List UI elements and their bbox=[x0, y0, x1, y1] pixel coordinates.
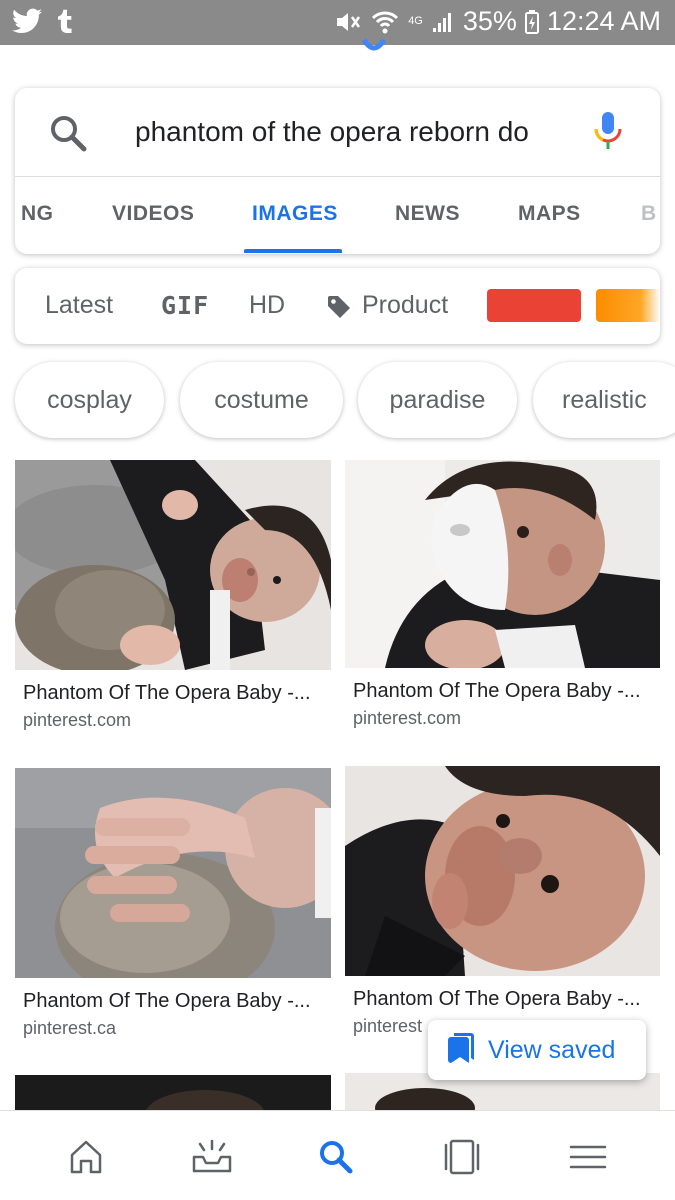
result-title[interactable]: Phantom Of The Opera Baby -... bbox=[353, 680, 658, 703]
home-icon[interactable] bbox=[64, 1135, 108, 1179]
search-icon[interactable] bbox=[314, 1135, 358, 1179]
signal-icon bbox=[431, 10, 455, 34]
tab-images[interactable]: IMAGES bbox=[252, 202, 338, 226]
result-thumbnail[interactable] bbox=[15, 460, 331, 670]
filter-bar: Latest GIF HD Product bbox=[15, 268, 660, 344]
bottom-navigation bbox=[0, 1110, 675, 1200]
image-result[interactable]: Phantom Of The Opera Baby -... pinterest bbox=[345, 766, 660, 1046]
chip-costume[interactable]: costume bbox=[180, 362, 343, 438]
result-title[interactable]: Phantom Of The Opera Baby -... bbox=[353, 988, 658, 1011]
view-saved-label: View saved bbox=[488, 1035, 616, 1064]
tag-icon bbox=[326, 294, 352, 325]
result-title[interactable]: Phantom Of The Opera Baby -... bbox=[23, 990, 328, 1013]
network-badge: 4G bbox=[408, 15, 423, 27]
result-source: pinterest bbox=[353, 1016, 423, 1036]
active-tab-indicator bbox=[244, 249, 342, 253]
twitter-icon bbox=[12, 8, 42, 34]
chip-realistic[interactable]: realistic bbox=[533, 362, 675, 438]
wifi-icon bbox=[370, 9, 400, 35]
tab-books[interactable]: B bbox=[641, 202, 657, 226]
clock: 12:24 AM bbox=[546, 6, 661, 36]
tab-maps[interactable]: MAPS bbox=[518, 202, 581, 226]
image-result[interactable]: Phantom Of The Opera Baby -... pinterest… bbox=[15, 768, 331, 1048]
search-input[interactable]: phantom of the opera reborn do bbox=[135, 112, 550, 152]
result-source: pinterest.com bbox=[353, 708, 462, 728]
system-indicators: 4G 35% 12:24 AM bbox=[334, 6, 661, 37]
battery-text: 35% bbox=[462, 6, 517, 36]
result-source: pinterest.com bbox=[23, 710, 132, 730]
filter-hd[interactable]: HD bbox=[249, 291, 285, 320]
tabs-icon[interactable] bbox=[440, 1135, 484, 1179]
filter-gif[interactable]: GIF bbox=[161, 291, 209, 320]
notification-icons bbox=[12, 8, 72, 34]
result-title[interactable]: Phantom Of The Opera Baby -... bbox=[23, 682, 328, 705]
search-bar: phantom of the opera reborn do bbox=[15, 88, 660, 177]
filter-latest[interactable]: Latest bbox=[45, 291, 113, 320]
view-saved-button[interactable]: View saved bbox=[428, 1020, 646, 1080]
tab-news[interactable]: NEWS bbox=[395, 202, 460, 226]
battery-charging-icon bbox=[524, 9, 539, 34]
color-filter-red[interactable] bbox=[487, 289, 581, 322]
chip-cosplay[interactable]: cosplay bbox=[15, 362, 164, 438]
google-logo-icon bbox=[361, 36, 387, 58]
result-thumbnail[interactable] bbox=[345, 460, 660, 668]
mute-icon bbox=[334, 9, 362, 35]
updates-icon[interactable] bbox=[190, 1135, 234, 1179]
filter-product[interactable]: Product bbox=[362, 291, 448, 320]
tumblr-icon bbox=[56, 9, 72, 33]
bookmarks-icon bbox=[448, 1032, 474, 1068]
microphone-icon[interactable] bbox=[593, 110, 623, 157]
menu-icon[interactable] bbox=[566, 1135, 610, 1179]
tab-shopping[interactable]: NG bbox=[21, 202, 54, 226]
search-tabs: NG VIDEOS IMAGES NEWS MAPS B bbox=[15, 178, 660, 254]
search-icon[interactable] bbox=[49, 114, 87, 157]
result-thumbnail[interactable] bbox=[15, 1075, 331, 1110]
chip-paradise[interactable]: paradise bbox=[358, 362, 517, 438]
image-result[interactable]: Phantom Of The Opera Baby -... pinterest… bbox=[345, 460, 660, 740]
status-bar: 4G 35% 12:24 AM bbox=[0, 0, 675, 45]
result-source: pinterest.ca bbox=[23, 1018, 117, 1038]
result-thumbnail[interactable] bbox=[15, 768, 331, 978]
color-filter-orange[interactable] bbox=[596, 289, 660, 322]
image-result[interactable]: Phantom Of The Opera Baby -... pinterest… bbox=[15, 460, 331, 740]
tab-videos[interactable]: VIDEOS bbox=[112, 202, 194, 226]
search-card: phantom of the opera reborn do NG VIDEOS… bbox=[15, 88, 660, 254]
result-thumbnail[interactable] bbox=[345, 766, 660, 976]
